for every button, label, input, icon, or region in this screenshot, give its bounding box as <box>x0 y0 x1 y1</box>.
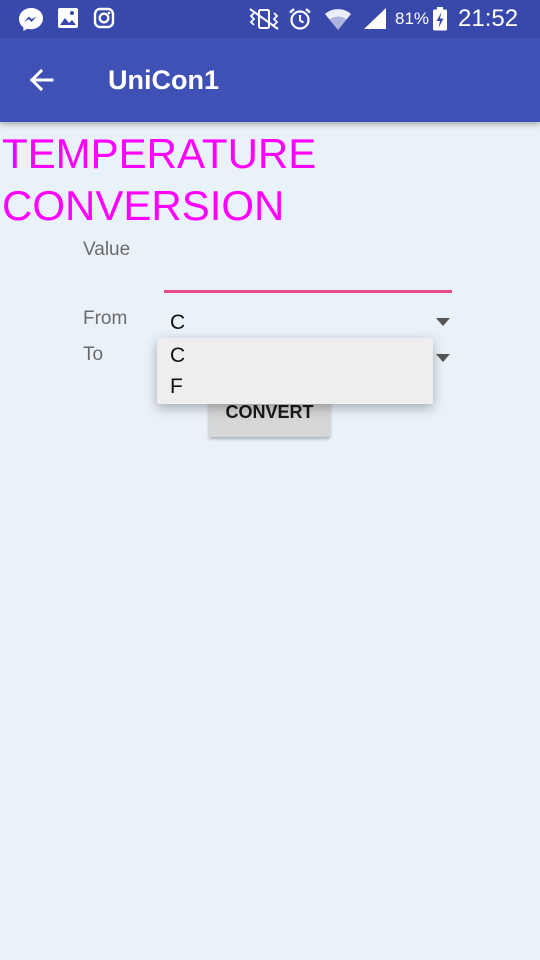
value-input[interactable] <box>164 254 452 293</box>
wifi-icon <box>325 9 351 30</box>
vibrate-icon <box>249 8 279 30</box>
dropdown-option-label: F <box>170 375 183 398</box>
back-button[interactable] <box>22 60 62 100</box>
from-selected-value: C <box>170 311 186 334</box>
battery-charging-icon <box>433 7 447 31</box>
app-title: UniCon1 <box>108 65 219 95</box>
from-label: From <box>83 308 128 329</box>
instagram-icon <box>93 7 115 29</box>
battery-percent: 81% <box>395 9 430 28</box>
dropdown-arrow-icon <box>436 318 450 326</box>
dropdown-popup: C F <box>157 338 433 404</box>
page-heading: TEMPERATURE CONVERSION <box>2 130 317 229</box>
status-bar: 81% 21:52 <box>0 0 540 38</box>
value-label: Value <box>83 239 131 260</box>
app-bar: UniCon1 <box>0 38 540 122</box>
dropdown-option-c[interactable]: C <box>157 340 433 372</box>
dropdown-arrow-icon <box>436 354 450 362</box>
dropdown-option-f[interactable]: F <box>157 371 433 403</box>
to-label: To <box>83 344 104 365</box>
clock: 21:52 <box>458 5 519 32</box>
signal-icon <box>364 8 386 29</box>
from-spinner[interactable]: C <box>164 306 452 340</box>
dropdown-option-label: C <box>170 344 186 367</box>
messenger-icon <box>19 8 43 31</box>
gallery-icon <box>58 8 78 28</box>
arrow-back-icon <box>29 68 54 92</box>
alarm-icon <box>289 8 311 30</box>
